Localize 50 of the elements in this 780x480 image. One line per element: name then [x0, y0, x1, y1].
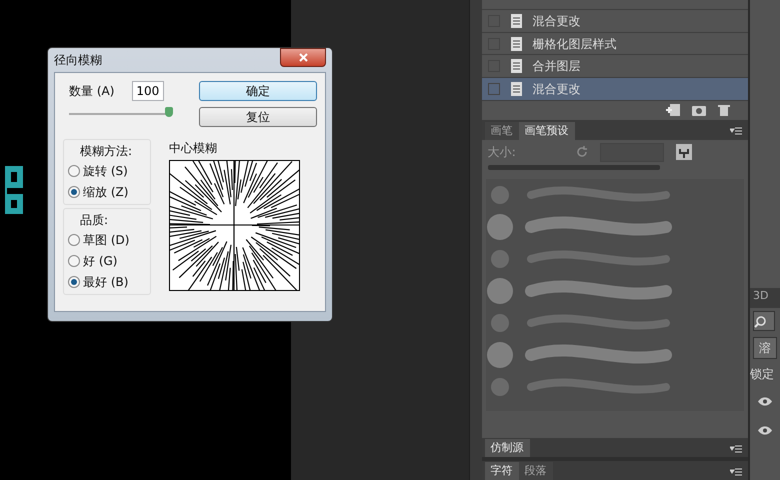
preview-label: 中心模糊: [169, 140, 218, 157]
amount-input[interactable]: 100: [132, 81, 164, 101]
trash-icon: [718, 104, 730, 116]
radio-option[interactable]: 旋转 (S): [68, 160, 146, 181]
panel-tab[interactable]: 段落: [518, 462, 553, 480]
radio-option[interactable]: 最好 (B): [68, 271, 146, 292]
radio-button[interactable]: [68, 234, 80, 246]
panel-menu-icon: [730, 468, 742, 476]
panel-tab[interactable]: 画笔预设: [518, 122, 575, 140]
radio-button[interactable]: [68, 254, 80, 266]
ok-button[interactable]: 确定: [199, 81, 317, 101]
size-label: 大小:: [488, 144, 517, 162]
radio-button[interactable]: [68, 164, 80, 176]
panel-menu-icon: [730, 444, 742, 453]
snapshot-checkbox[interactable]: [488, 83, 500, 96]
brush-folder-icon: [676, 144, 692, 160]
lock-label: 锁定: [750, 366, 775, 383]
panel-tab[interactable]: 画笔: [484, 122, 519, 140]
search-icon: [754, 316, 766, 328]
slider-thumb[interactable]: [165, 107, 173, 117]
reset-icon: [576, 146, 588, 158]
radio-option[interactable]: 好 (G): [68, 250, 146, 271]
radio-option[interactable]: 草图 (D): [68, 229, 146, 250]
radio-button[interactable]: [68, 276, 80, 288]
radio-button[interactable]: [68, 186, 80, 198]
eye-icon: [758, 397, 772, 406]
panel-tab[interactable]: 仿制源: [484, 439, 530, 458]
close-button[interactable]: [280, 48, 326, 66]
panel-tab[interactable]: 3D: [750, 288, 780, 308]
history-item[interactable]: 栅格化图层样式: [482, 32, 748, 56]
group-title: 模糊方法:: [79, 143, 134, 160]
search-button[interactable]: [753, 311, 775, 331]
reset-button[interactable]: 复位: [199, 107, 317, 127]
blend-mode-button[interactable]: 溶: [753, 337, 777, 359]
new-document-icon: [666, 104, 680, 116]
document-icon: [510, 82, 523, 96]
document-icon: [510, 59, 523, 74]
dialog-title: 径向模糊: [54, 52, 102, 69]
document-icon: [510, 14, 523, 28]
panel-menu-icon: [730, 127, 742, 136]
history-item[interactable]: 混合更改: [482, 78, 748, 101]
eye-icon: [758, 426, 772, 435]
history-item[interactable]: 混合更改: [482, 10, 748, 33]
close-icon: [298, 52, 308, 62]
group-title: 品质:: [79, 212, 110, 229]
camera-icon: [692, 104, 706, 116]
document-icon: [510, 36, 523, 51]
amount-label: 数量 (A): [69, 83, 114, 100]
radio-option[interactable]: 缩放 (Z): [68, 181, 146, 202]
panel-tab[interactable]: 字符: [484, 462, 519, 480]
